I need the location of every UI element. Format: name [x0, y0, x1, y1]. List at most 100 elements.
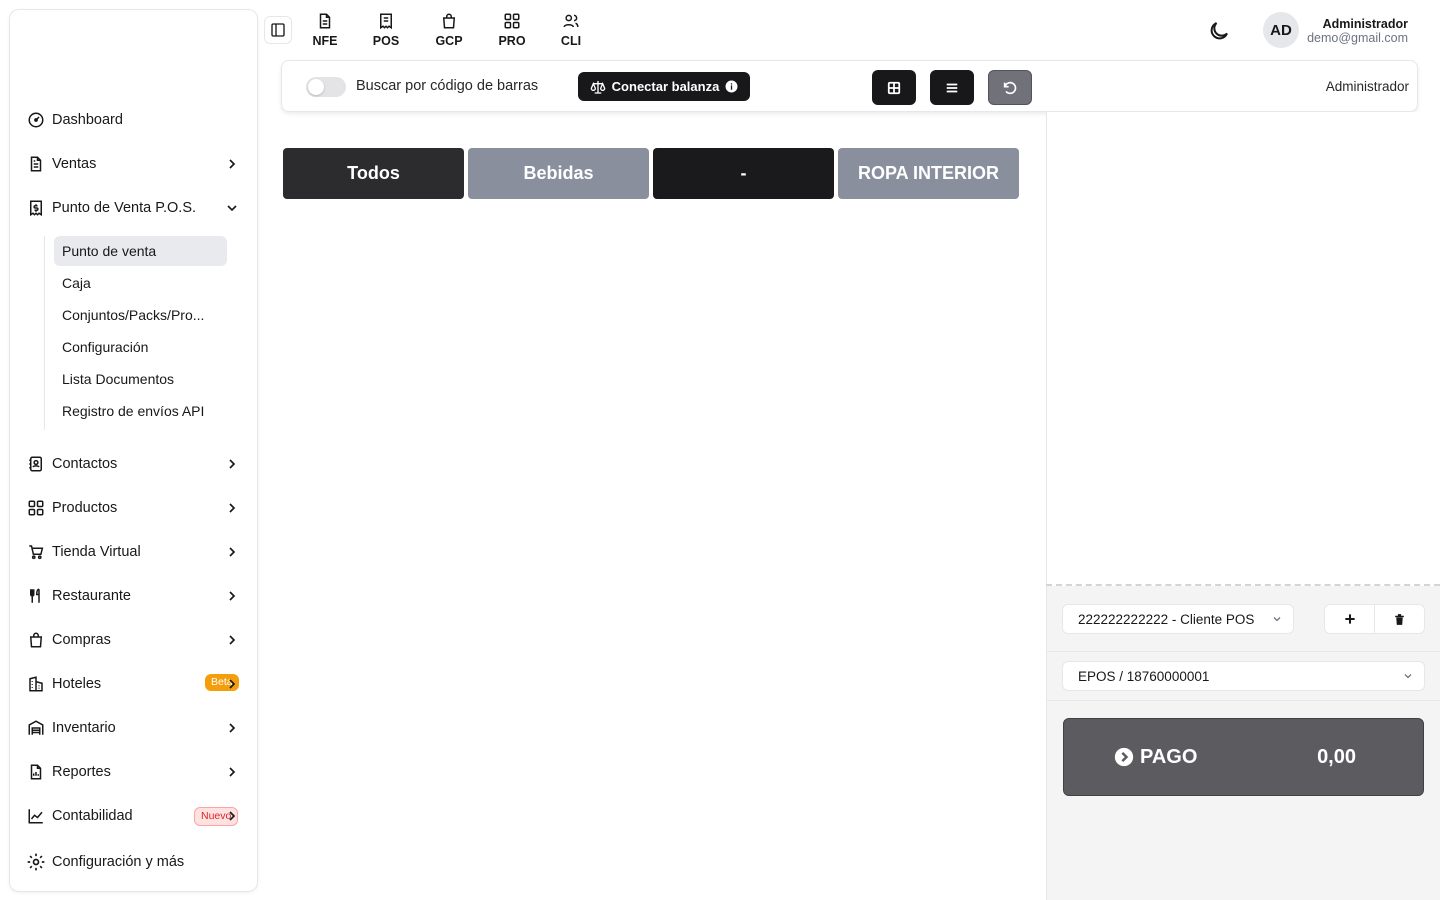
chevron-down-icon — [1404, 674, 1412, 679]
chevron-right-icon — [229, 547, 236, 557]
gear-icon — [26, 852, 46, 872]
topnav-label: NFE — [312, 34, 338, 48]
chevron-right-icon — [229, 811, 236, 821]
contact-book-icon — [26, 454, 46, 474]
utensils-icon — [26, 586, 46, 606]
chevron-right-icon — [229, 503, 236, 513]
sidebar-item-label: Compras — [52, 632, 111, 648]
chevron-right-icon — [229, 635, 236, 645]
sidebar-item-contactos[interactable]: Contactos — [26, 448, 248, 480]
undo-icon — [1003, 81, 1017, 94]
document-icon — [319, 13, 331, 29]
category-ropa-interior[interactable]: ROPA INTERIOR — [838, 148, 1019, 199]
sidebar-item-label: Configuración y más — [52, 854, 185, 870]
barcode-label: Buscar por código de barras — [356, 78, 539, 94]
submenu-item-conjuntos[interactable]: Conjuntos/Packs/Pro... — [54, 300, 227, 330]
app-root: Dashboard Ventas Punto de Venta P.O.S. P… — [0, 0, 1440, 900]
sidebar-item-pos[interactable]: Punto de Venta P.O.S. — [26, 192, 248, 224]
shopping-bag-icon — [26, 630, 46, 650]
receipt-icon — [380, 13, 392, 30]
topnav-label: PRO — [498, 34, 526, 48]
trash-icon — [1395, 613, 1404, 625]
sidebar-item-ventas[interactable]: Ventas — [26, 148, 248, 180]
grid-view-button[interactable] — [872, 70, 916, 105]
sidebar-item-label: Restaurante — [52, 588, 131, 604]
sidebar-item-label: Tienda Virtual — [52, 544, 141, 560]
topnav-label: POS — [372, 34, 400, 48]
sidebar-item-label: Reportes — [52, 764, 111, 780]
chevron-circle-right-icon — [1114, 747, 1134, 767]
sidebar-item-contabilidad[interactable]: Contabilidad Nuevo — [26, 800, 248, 832]
list-view-button[interactable] — [930, 70, 974, 105]
barcode-toggle[interactable] — [306, 77, 346, 97]
grid-view-icon — [887, 81, 901, 94]
separator — [1047, 700, 1440, 701]
sidebar-item-reportes[interactable]: Reportes — [26, 756, 248, 788]
add-customer-button[interactable] — [1325, 605, 1375, 633]
sidebar-item-label: Dashboard — [52, 112, 123, 128]
receipt-dollar-icon — [26, 198, 46, 218]
category-dash[interactable]: - — [653, 148, 834, 199]
submenu-item-caja[interactable]: Caja — [54, 268, 227, 298]
chevron-right-icon — [229, 679, 236, 689]
gauge-icon — [26, 110, 46, 130]
users-icon — [563, 14, 579, 28]
sidebar-item-productos[interactable]: Productos — [26, 492, 248, 524]
avatar[interactable]: AD — [1263, 12, 1299, 48]
sidebar-item-compras[interactable]: Compras — [26, 624, 248, 656]
chevron-right-icon — [229, 159, 236, 169]
reset-button[interactable] — [988, 70, 1032, 105]
hotel-icon — [26, 674, 46, 694]
sidebar-item-label: Ventas — [52, 156, 97, 172]
topnav-label: GCP — [435, 34, 463, 48]
sidebar-item-tienda-virtual[interactable]: Tienda Virtual — [26, 536, 248, 568]
sidebar-item-label: Contabilidad — [52, 808, 133, 824]
submenu-item-punto-de-venta[interactable]: Punto de venta — [54, 236, 227, 266]
submenu-item-configuracion[interactable]: Configuración — [54, 332, 227, 362]
user-name: Administrador — [1322, 17, 1408, 31]
topnav-gcp[interactable]: GCP — [424, 12, 474, 50]
theme-toggle-button[interactable] — [1207, 19, 1231, 43]
series-select[interactable]: EPOS / 18760000001 — [1062, 661, 1425, 691]
topnav-cli[interactable]: CLI — [546, 12, 596, 50]
chevron-right-icon — [229, 591, 236, 601]
series-value: EPOS / 18760000001 — [1078, 668, 1210, 684]
sidebar: Dashboard Ventas Punto de Venta P.O.S. P… — [9, 9, 258, 892]
category-todos[interactable]: Todos — [283, 148, 464, 199]
cart-icon — [26, 542, 46, 562]
category-bebidas[interactable]: Bebidas — [468, 148, 649, 199]
panel-left-icon — [271, 23, 285, 37]
submenu-item-lista-documentos[interactable]: Lista Documentos — [54, 364, 227, 394]
delete-button[interactable] — [1375, 605, 1424, 633]
topnav-pro[interactable]: PRO — [487, 12, 537, 50]
sidebar-item-hoteles[interactable]: Hoteles Beta — [26, 668, 248, 700]
sidebar-item-inventario[interactable]: Inventario — [26, 712, 248, 744]
chevron-right-icon — [229, 459, 236, 469]
warehouse-icon — [26, 718, 46, 738]
sidebar-item-label: Punto de Venta P.O.S. — [52, 200, 197, 216]
grid-icon — [26, 498, 46, 518]
customer-select[interactable]: 222222222222 - Cliente POS — [1062, 604, 1294, 634]
connect-scale-button[interactable]: Conectar balanza — [578, 72, 750, 101]
plus-icon — [1344, 614, 1355, 624]
pos-submenu: Punto de venta Caja Conjuntos/Packs/Pro.… — [44, 236, 244, 430]
sidebar-toggle-button[interactable] — [264, 16, 292, 44]
sidebar-item-dashboard[interactable]: Dashboard — [26, 104, 248, 136]
pay-button[interactable]: PAGO 0,00 — [1063, 718, 1424, 796]
connect-scale-label: Conectar balanza — [611, 79, 720, 94]
sidebar-item-restaurante[interactable]: Restaurante — [26, 580, 248, 612]
moon-icon — [1210, 22, 1228, 40]
topnav-pos[interactable]: POS — [361, 12, 411, 50]
customer-actions — [1324, 604, 1425, 634]
chart-icon — [26, 806, 46, 826]
info-icon — [725, 80, 738, 93]
list-icon — [946, 83, 958, 92]
report-icon — [26, 762, 46, 782]
user-email: demo@gmail.com — [1307, 31, 1408, 45]
sidebar-item-configuracion[interactable]: Configuración y más — [26, 846, 248, 878]
submenu-item-registro-envios[interactable]: Registro de envíos API — [54, 396, 227, 426]
chevron-down-icon — [1273, 617, 1281, 622]
grid-icon — [504, 13, 520, 29]
logo — [30, 20, 240, 95]
topnav-nfe[interactable]: NFE — [300, 12, 350, 50]
